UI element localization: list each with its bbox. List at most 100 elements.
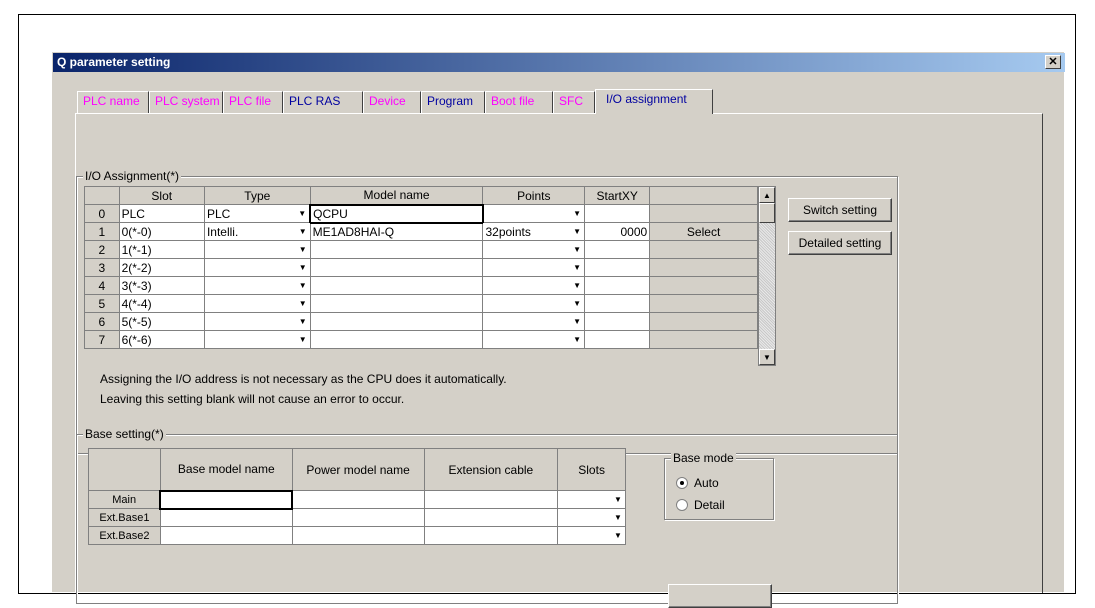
io-note-2: Leaving this setting blank will not caus… <box>100 392 405 406</box>
power-model-cell[interactable] <box>291 526 425 545</box>
switch-setting-button[interactable]: Switch setting <box>788 198 892 222</box>
base-model-cell[interactable] <box>159 526 293 545</box>
tab-i-o-assignment[interactable]: I/O assignment <box>595 89 713 114</box>
points-value: 32points <box>485 224 531 239</box>
points-dropdown[interactable]: ▼ <box>482 240 586 259</box>
io-table-scrollbar[interactable]: ▲ ▼ <box>758 186 776 366</box>
base-model-cell[interactable] <box>159 489 294 510</box>
slot-cell[interactable]: 1(*-1) <box>118 240 205 259</box>
startxy-cell[interactable] <box>584 294 651 313</box>
chevron-down-icon: ▼ <box>614 531 622 540</box>
tab-plc-name[interactable]: PLC name <box>77 91 149 113</box>
type-dropdown[interactable]: ▼ <box>203 258 311 277</box>
tab-boot-file[interactable]: Boot file <box>485 91 553 113</box>
corner-header <box>84 186 120 205</box>
tab-plc-system[interactable]: PLC system <box>149 91 223 113</box>
tab-plc-file[interactable]: PLC file <box>223 91 283 113</box>
type-dropdown[interactable]: PLC ▼ <box>203 204 311 223</box>
scroll-thumb[interactable] <box>759 203 775 223</box>
chevron-down-icon: ▼ <box>298 245 307 254</box>
close-button[interactable]: ✕ <box>1045 55 1061 69</box>
scroll-down-button[interactable]: ▼ <box>759 349 775 365</box>
model-name-cell[interactable] <box>309 276 484 295</box>
points-dropdown[interactable]: ▼ <box>482 294 586 313</box>
title-bar: Q parameter setting ✕ <box>53 53 1065 72</box>
radio-label: Auto <box>694 476 719 490</box>
tab-sfc[interactable]: SFC <box>553 91 595 113</box>
chevron-down-icon: ▼ <box>573 335 582 344</box>
model-name-cell[interactable]: QCPU <box>309 203 484 224</box>
slot-header: Slot <box>118 186 205 205</box>
slots-dropdown[interactable]: ▼ <box>557 508 626 527</box>
extension-cable-cell[interactable] <box>423 508 559 527</box>
chevron-down-icon: ▼ <box>573 227 582 236</box>
scroll-up-button[interactable]: ▲ <box>759 187 775 203</box>
extension-cable-cell[interactable] <box>423 526 559 545</box>
model-name-cell[interactable] <box>309 330 484 349</box>
startxy-cell[interactable] <box>584 276 651 295</box>
chevron-down-icon: ▼ <box>573 209 582 218</box>
slot-cell[interactable]: 3(*-3) <box>118 276 205 295</box>
base-row-label: Ext.Base1 <box>88 508 161 527</box>
base-setting-table: Base model name Power model name Extensi… <box>88 448 626 545</box>
power-model-cell[interactable] <box>291 508 425 527</box>
slots-dropdown[interactable]: ▼ <box>557 526 626 545</box>
tab-plc-ras[interactable]: PLC RAS <box>283 91 363 113</box>
slot-cell[interactable]: 5(*-5) <box>118 312 205 331</box>
base-model-cell[interactable] <box>159 508 293 527</box>
startxy-cell[interactable]: 0000 <box>584 222 651 241</box>
points-dropdown[interactable]: ▼ <box>482 258 586 277</box>
startxy-cell[interactable] <box>584 258 651 277</box>
model-name-cell[interactable] <box>309 240 484 259</box>
model-name-cell[interactable] <box>309 294 484 313</box>
chevron-down-icon: ▼ <box>298 299 307 308</box>
slot-cell[interactable]: PLC <box>118 204 205 223</box>
points-dropdown[interactable]: ▼ <box>482 276 586 295</box>
extension-cable-cell[interactable] <box>423 490 559 509</box>
chevron-down-icon: ▼ <box>573 263 582 272</box>
type-dropdown[interactable]: ▼ <box>203 312 311 331</box>
type-dropdown[interactable]: ▼ <box>203 294 311 313</box>
type-dropdown[interactable]: ▼ <box>203 276 311 295</box>
close-icon: ✕ <box>1048 55 1058 68</box>
model-name-cell[interactable] <box>309 312 484 331</box>
base-mode-option-detail[interactable]: Detail <box>676 498 725 512</box>
tab-device[interactable]: Device <box>363 91 421 113</box>
points-dropdown[interactable]: 32points ▼ <box>482 222 586 241</box>
detailed-setting-button[interactable]: Detailed setting <box>788 231 892 255</box>
slot-cell[interactable]: 4(*-4) <box>118 294 205 313</box>
chevron-down-icon: ▼ <box>573 281 582 290</box>
slot-cell[interactable]: 0(*-0) <box>118 222 205 241</box>
8-slot-default-button[interactable] <box>668 584 772 608</box>
base-mode-option-auto[interactable]: Auto <box>676 476 719 490</box>
type-dropdown[interactable]: Intelli. ▼ <box>203 222 311 241</box>
table-row: 1 0(*-0) Intelli. ▼ ME1AD8HAI-Q 32points ▼ 0000… <box>84 222 758 241</box>
select-button[interactable]: Select <box>649 222 758 241</box>
chevron-down-icon: ▼ <box>298 227 307 236</box>
type-dropdown[interactable]: ▼ <box>203 330 311 349</box>
extension-cable-header: Extension cable <box>423 448 559 491</box>
select-button <box>649 240 758 259</box>
io-note-1: Assigning the I/O address is not necessa… <box>100 372 507 386</box>
points-dropdown[interactable]: ▼ <box>482 330 586 349</box>
base-setting-group-label: Base setting(*) <box>83 427 166 441</box>
startxy-cell[interactable] <box>584 204 651 223</box>
tab-program[interactable]: Program <box>421 91 485 113</box>
points-dropdown[interactable]: ▼ <box>482 312 586 331</box>
type-dropdown[interactable]: ▼ <box>203 240 311 259</box>
startxy-cell[interactable] <box>584 312 651 331</box>
slots-dropdown[interactable]: ▼ <box>557 490 626 509</box>
chevron-down-icon: ▼ <box>573 317 582 326</box>
table-row: 0 PLC PLC ▼ QCPU ▼ <box>84 203 758 224</box>
table-row: Ext.Base1 ▼ <box>88 508 626 527</box>
startxy-cell[interactable] <box>584 330 651 349</box>
model-name-cell[interactable]: ME1AD8HAI-Q <box>309 222 484 241</box>
points-dropdown[interactable]: ▼ <box>482 204 586 223</box>
table-row: 4 3(*-3) ▼ ▼ <box>84 276 758 295</box>
slot-cell[interactable]: 6(*-6) <box>118 330 205 349</box>
model-name-cell[interactable] <box>309 258 484 277</box>
power-model-cell[interactable] <box>291 490 425 509</box>
table-row: 6 5(*-5) ▼ ▼ <box>84 312 758 331</box>
startxy-cell[interactable] <box>584 240 651 259</box>
slot-cell[interactable]: 2(*-2) <box>118 258 205 277</box>
